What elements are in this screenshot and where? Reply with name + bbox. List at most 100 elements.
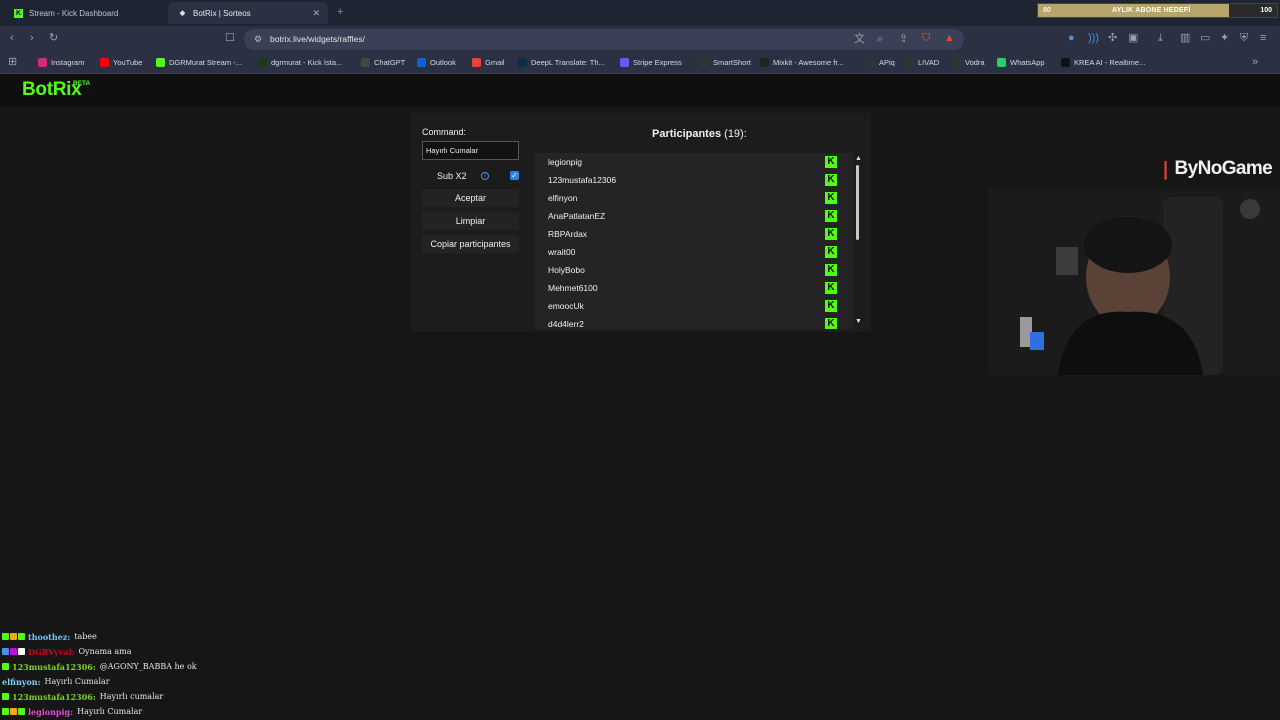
bookmark-label: dgrmurat - Kick İsta... <box>271 58 343 67</box>
participant-name: wrait00 <box>548 247 576 257</box>
bookmark-item[interactable]: Outlook <box>417 58 456 67</box>
participant-name: d4d4lerr2 <box>548 319 584 329</box>
participant-row[interactable]: emoocUk K <box>535 297 837 315</box>
zoom-icon[interactable]: ⌕ <box>877 34 883 45</box>
wallet-icon[interactable]: ▣ <box>1128 33 1138 44</box>
participant-row[interactable]: legionpig K <box>535 153 837 171</box>
wallet-card-icon[interactable]: ▭ <box>1200 33 1210 44</box>
apiq-icon <box>866 58 875 67</box>
bookmark-item[interactable]: dgrmurat - Kick İsta... <box>258 58 342 67</box>
apps-grid-icon[interactable]: ⊞ <box>8 57 17 68</box>
participant-row[interactable]: d4d4lerr2 K <box>535 315 837 329</box>
bookmark-label: Vodra <box>965 58 985 67</box>
back-icon[interactable]: ‹ <box>10 33 14 44</box>
vpn-icon[interactable]: ⛨ <box>1240 33 1248 44</box>
bookmarks-bar: ⊞ Instagram YouTube DGRMurat Stream -... dg… <box>0 53 1280 74</box>
bookmark-label: Outlook <box>430 58 456 67</box>
copy-participants-button[interactable]: Copiar participantes <box>422 235 519 253</box>
navigation-bar: ‹ › ↻ ☐ ⚙ botrix.live/widgets/raffles/ 文… <box>0 26 1280 53</box>
bookmark-label: ChatGPT <box>374 58 406 67</box>
bookmark-item[interactable]: YouTube <box>100 58 142 67</box>
bookmark-item[interactable]: Vodra <box>952 58 985 67</box>
bookmark-label: DGRMurat Stream -... <box>169 58 242 67</box>
close-icon[interactable]: ✕ <box>312 8 320 19</box>
krea-icon <box>1061 58 1070 67</box>
participant-row[interactable]: AnaPatlatanEZ K <box>535 207 837 225</box>
brave-rewards-icon[interactable]: ▲ <box>944 33 955 44</box>
chat-username: thoothez: <box>28 631 71 642</box>
extension-icon[interactable]: ● <box>1068 33 1075 44</box>
bookmark-item[interactable]: DeepL Translate: Th... <box>518 58 605 67</box>
bookmark-label: DeepL Translate: Th... <box>531 58 605 67</box>
participant-name: AnaPatlatanEZ <box>548 211 606 221</box>
badge-icon <box>18 633 25 640</box>
participant-row[interactable]: HolyBobo K <box>535 261 837 279</box>
bookmark-item[interactable]: SmartShort <box>700 58 751 67</box>
reload-icon[interactable]: ↻ <box>49 33 58 44</box>
scrollbar-thumb[interactable] <box>856 165 859 240</box>
bookmark-item[interactable]: Stripe Express <box>620 58 682 67</box>
audio-icon[interactable]: ))) <box>1088 33 1099 44</box>
bookmark-item[interactable]: Mixkit - Awesome fr... <box>760 58 844 67</box>
forward-icon[interactable]: › <box>30 33 34 44</box>
participant-row[interactable]: elfinyon K <box>535 189 837 207</box>
livad-icon <box>905 58 914 67</box>
scroll-down-arrow[interactable]: ▼ <box>855 318 862 325</box>
kick-icon: K <box>825 228 837 240</box>
accept-button[interactable]: Aceptar <box>422 189 519 207</box>
sub-x2-checkbox[interactable]: ✓ <box>510 171 519 180</box>
url-text: botrix.live/widgets/raffles/ <box>270 34 365 44</box>
participant-row[interactable]: Mehmet6100 K <box>535 279 837 297</box>
download-icon[interactable]: ⤓ <box>1158 33 1163 44</box>
command-input[interactable] <box>422 141 519 160</box>
more-bookmarks-icon[interactable]: » <box>1252 57 1258 68</box>
sponsor-name: ByNoGame <box>1174 158 1273 179</box>
scroll-up-arrow[interactable]: ▲ <box>855 155 862 162</box>
badge-icon <box>18 708 25 715</box>
bookmark-icon[interactable]: ☐ <box>225 33 235 44</box>
bookmark-item[interactable]: KREA AI - Realtime... <box>1061 58 1145 67</box>
bookmark-label: KREA AI - Realtime... <box>1074 58 1146 67</box>
bookmark-item[interactable]: ChatGPT <box>361 58 405 67</box>
beta-badge: BETA <box>73 80 91 87</box>
participant-row[interactable]: 123mustafa12306 K <box>535 171 837 189</box>
chat-message: 123mustafa12306: Hayırlı cumalar <box>2 689 422 704</box>
bookmark-item[interactable]: APiq <box>866 58 895 67</box>
bookmark-item[interactable]: Gmail <box>472 58 505 67</box>
kick-icon: K <box>825 282 837 294</box>
address-bar[interactable]: ⚙ botrix.live/widgets/raffles/ 文 ⌕ ⇪ ⛉ ▲ <box>244 29 964 50</box>
bookmark-item[interactable]: DGRMurat Stream -... <box>156 58 242 67</box>
bookmark-item[interactable]: LIVAD <box>905 58 939 67</box>
raffle-panel: Command: Sub X2 i ✓ Aceptar Limpiar Copi… <box>411 113 871 332</box>
participants-count: (19): <box>724 128 747 140</box>
extensions-icon[interactable]: ✣ <box>1108 33 1117 44</box>
bynogame-icon: ❘ <box>1158 158 1173 179</box>
tab-kick-dashboard[interactable]: K Stream - Kick Dashboard <box>4 2 166 24</box>
kick-icon <box>258 58 267 67</box>
kick-icon: K <box>825 192 837 204</box>
tab-botrix[interactable]: ◆ BotRix | Sorteos ✕ <box>168 2 328 24</box>
share-icon[interactable]: ⇪ <box>899 34 908 45</box>
bookmark-label: Gmail <box>485 58 505 67</box>
chat-username: elfinyon: <box>2 676 41 687</box>
deepl-icon <box>518 58 527 67</box>
bookmark-item[interactable]: Instagram <box>38 58 84 67</box>
participant-row[interactable]: wrait00 K <box>535 243 837 261</box>
leo-icon[interactable]: ✦ <box>1220 33 1229 44</box>
sidebar-icon[interactable]: ▥ <box>1180 33 1190 44</box>
translate-icon[interactable]: 文 <box>854 34 865 45</box>
instagram-icon <box>38 58 47 67</box>
chat-message: DGRVyval: Oynama ama <box>2 644 422 659</box>
menu-icon[interactable]: ≡ <box>1260 33 1266 44</box>
new-tab-button[interactable]: + <box>337 6 343 18</box>
chat-message: thoothez: tabee <box>2 629 422 644</box>
participants-list[interactable]: legionpig K 123mustafa12306 Kelfinyon K AnaPa… <box>535 153 853 329</box>
info-icon[interactable]: i <box>481 172 489 180</box>
bookmark-item[interactable]: WhatsApp <box>997 58 1045 67</box>
clear-button[interactable]: Limpiar <box>422 212 519 230</box>
participant-row[interactable]: RBPArdax K <box>535 225 837 243</box>
kick-icon: K <box>825 156 837 168</box>
participant-name: HolyBobo <box>548 265 585 275</box>
site-info-icon[interactable]: ⚙ <box>254 34 262 45</box>
brave-shield-icon[interactable]: ⛉ <box>922 33 930 44</box>
